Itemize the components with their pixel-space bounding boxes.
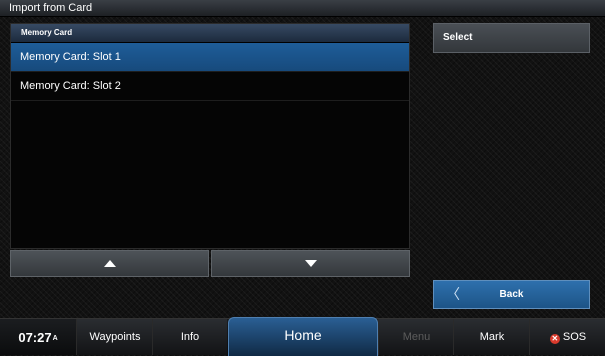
window-title: Import from Card [0,0,605,17]
list-item-slot-1[interactable]: Memory Card: Slot 1 [11,43,409,72]
arrow-up-icon [103,260,116,267]
tab-waypoints[interactable]: Waypoints [76,319,153,355]
tab-menu[interactable]: Menu [378,319,454,355]
scroll-controls [10,250,410,277]
sos-icon: ✕ [549,334,560,344]
sos-label: SOS [562,331,587,343]
tab-home[interactable]: Home [228,317,378,356]
back-button[interactable]: 〈 Back [433,280,590,309]
clock: 07:27 A [0,319,76,355]
clock-ampm: A [52,335,58,342]
select-button[interactable]: Select [433,23,590,53]
list-header: Memory Card [11,24,409,43]
tab-mark[interactable]: Mark [453,319,530,355]
clock-time: 07:27 [18,329,52,345]
scroll-up-button[interactable] [10,250,209,277]
arrow-down-icon [304,260,317,267]
tab-info[interactable]: Info [152,319,227,355]
list-item-slot-2[interactable]: Memory Card: Slot 2 [11,72,409,101]
scroll-down-button[interactable] [211,250,410,277]
tab-sos[interactable]: ✕ SOS [529,319,605,355]
memory-card-list: Memory Card Memory Card: Slot 1 Memory C… [10,23,410,249]
bottom-bar: 07:27 A Waypoints Info Home Menu Mark ✕ S… [0,317,605,356]
back-label: Back [499,289,524,300]
